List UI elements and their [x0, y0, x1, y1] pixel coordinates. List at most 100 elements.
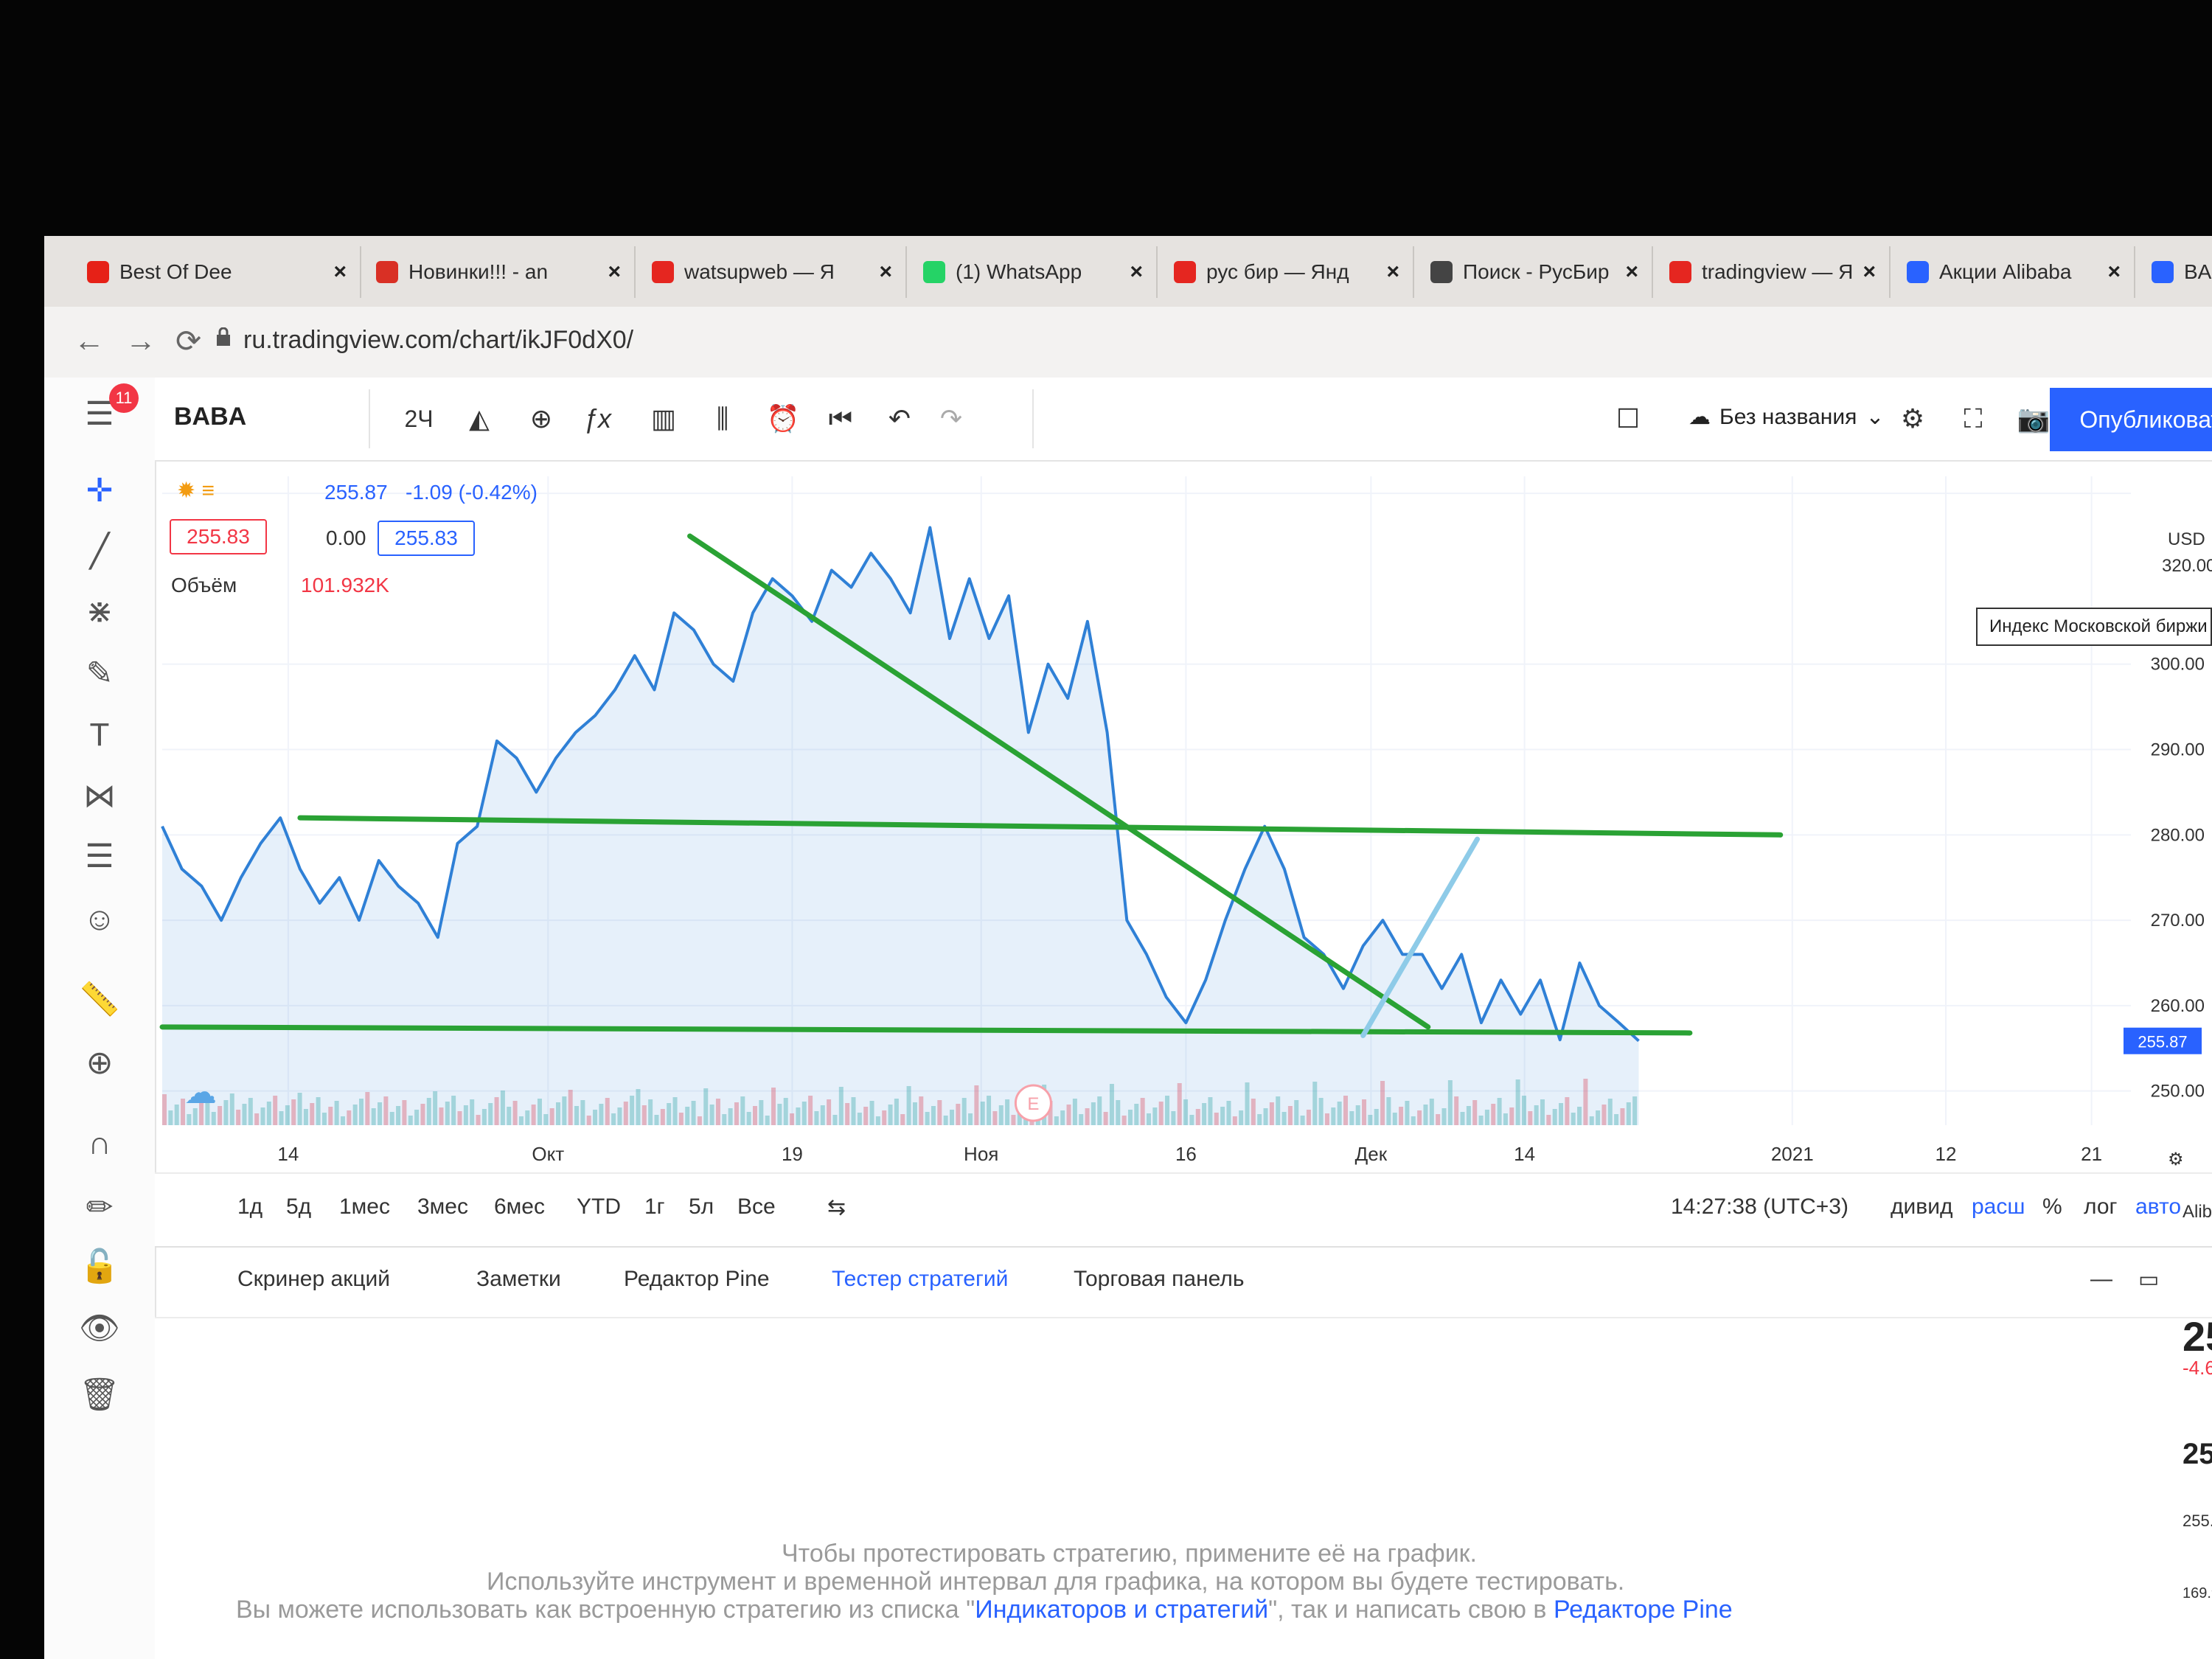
log-scale-toggle[interactable]: лог: [2084, 1194, 2117, 1220]
bottom-tab[interactable]: Скринер акций: [237, 1267, 390, 1292]
text-tool-icon[interactable]: T: [74, 709, 125, 761]
maximize-panel-icon[interactable]: ▭: [2138, 1267, 2159, 1293]
close-tab-icon[interactable]: ×: [2107, 260, 2121, 285]
browser-tab[interactable]: Поиск - РусБир ×: [1417, 246, 1653, 298]
auto-scale-toggle[interactable]: авто: [2135, 1194, 2181, 1220]
browser-tab[interactable]: BABA: [2138, 246, 2212, 298]
close-tab-icon[interactable]: ×: [1625, 260, 1638, 285]
percent-scale-toggle[interactable]: %: [2042, 1194, 2062, 1220]
browser-tab[interactable]: watsupweb — Я ×: [639, 246, 907, 298]
range-button[interactable]: 1мес: [339, 1194, 390, 1220]
redo-icon[interactable]: ↷: [929, 397, 973, 441]
forecast-icon[interactable]: ☰: [74, 830, 125, 882]
unlock-icon[interactable]: 🔓: [74, 1240, 125, 1292]
range-button[interactable]: Все: [737, 1194, 776, 1220]
chart-settings-icon[interactable]: ⚙: [2168, 1149, 2184, 1170]
y-tick-label: 260.00: [2151, 996, 2205, 1016]
close-tab-icon[interactable]: ×: [1130, 260, 1143, 285]
yandex-icon: [652, 261, 674, 283]
x-tick-label: Окт: [532, 1143, 564, 1165]
brush-icon[interactable]: ✎: [74, 647, 125, 699]
financials-icon[interactable]: ⫼: [700, 397, 745, 441]
tester-message-line1: Чтобы протестировать стратегию, применит…: [782, 1540, 1478, 1568]
browser-tab[interactable]: Новинки!!! - an ×: [363, 246, 636, 298]
goto-date-icon[interactable]: ⇆: [827, 1194, 846, 1220]
indicators-icon[interactable]: ƒx: [575, 397, 619, 441]
publish-button[interactable]: Опубликовать: [2050, 388, 2212, 451]
browser-tab[interactable]: рус бир — Янд ×: [1161, 246, 1414, 298]
x-tick-label: Дек: [1355, 1143, 1388, 1165]
status-indicator-icon: ✹ ≡: [177, 479, 215, 503]
chart-type-icon[interactable]: ◭: [457, 397, 501, 441]
current-price-label: 255.87: [2138, 1033, 2187, 1051]
symbol-search[interactable]: BABA: [174, 403, 246, 431]
browser-tab[interactable]: (1) WhatsApp ×: [910, 246, 1158, 298]
screenshot-icon[interactable]: 📷: [2011, 397, 2056, 441]
trendline-icon[interactable]: ╱: [74, 525, 125, 577]
dividends-toggle[interactable]: дивид: [1891, 1194, 1952, 1220]
minimize-panel-icon[interactable]: —: [2090, 1267, 2112, 1292]
indicators-link[interactable]: Индикаторов и стратегий: [975, 1596, 1268, 1624]
bottom-tab[interactable]: Тестер стратегий: [832, 1267, 1008, 1292]
trash-icon[interactable]: 🗑: [74, 1368, 125, 1420]
browser-tab[interactable]: tradingview — Я ×: [1656, 246, 1891, 298]
close-tab-icon[interactable]: ×: [879, 260, 892, 285]
tradingview-cloud-icon: ☁: [184, 1074, 217, 1111]
range-button[interactable]: 3мес: [417, 1194, 468, 1220]
ask-price[interactable]: 255.83: [378, 521, 475, 556]
browser-tab[interactable]: Акции Alibaba ×: [1893, 246, 2135, 298]
fullscreen-icon[interactable]: ⛶: [1951, 397, 1995, 441]
chart-area[interactable]: E ☁ 250.00 260.00 270.00 280.00 290.00 300.00 25…: [155, 462, 2212, 1245]
ruler-icon[interactable]: 📏: [74, 973, 125, 1025]
bottom-tab[interactable]: Заметки: [476, 1267, 561, 1292]
close-tab-icon[interactable]: ×: [1863, 260, 1876, 285]
close-tab-icon[interactable]: ×: [333, 260, 347, 285]
range-button[interactable]: 5л: [689, 1194, 714, 1220]
forward-icon[interactable]: →: [125, 323, 156, 358]
close-tab-icon[interactable]: ×: [1386, 260, 1399, 285]
browser-tab-title: watsupweb — Я: [684, 260, 835, 283]
bottom-tab[interactable]: Торговая панель: [1074, 1267, 1245, 1292]
browser-tab[interactable]: Best Of Dee ×: [74, 246, 361, 298]
bottom-tab[interactable]: Редактор Pine: [624, 1267, 770, 1292]
y-tick-label: 300.00: [2151, 655, 2205, 675]
pattern-icon[interactable]: ⋈: [74, 770, 125, 821]
layout-select-icon[interactable]: ☐: [1606, 397, 1650, 441]
lock-drawings-icon[interactable]: ✏: [74, 1181, 125, 1233]
interval-button[interactable]: 2Ч: [397, 397, 441, 441]
x-tick-label: 14: [277, 1143, 299, 1165]
eye-icon[interactable]: 👁: [74, 1302, 125, 1354]
undo-icon[interactable]: ↶: [877, 397, 922, 441]
smiley-icon[interactable]: ☺: [74, 894, 125, 945]
close-tab-icon[interactable]: ×: [608, 260, 621, 285]
fib-icon[interactable]: ⋇: [74, 585, 125, 637]
range-button[interactable]: 5д: [286, 1194, 311, 1220]
templates-icon[interactable]: ▥: [641, 397, 686, 441]
crosshair-icon[interactable]: ✛: [74, 465, 125, 516]
whatsapp-icon: [923, 261, 945, 283]
pine-editor-link[interactable]: Редакторе Pine: [1554, 1596, 1733, 1624]
url-text[interactable]: ru.tradingview.com/chart/ikJF0dX0/: [243, 326, 633, 355]
tester-text: Вы можете использовать как встроенную ст…: [236, 1596, 975, 1624]
cloud-icon: [1907, 261, 1929, 283]
zoom-icon[interactable]: ⊕: [74, 1037, 125, 1088]
price-chart[interactable]: E ☁ 250.00 260.00 270.00 280.00 290.00 300.00 25…: [155, 462, 2212, 1245]
range-button[interactable]: YTD: [577, 1194, 621, 1220]
currency-label: USD: [2168, 529, 2205, 549]
reload-icon[interactable]: ⟳: [175, 323, 201, 359]
layout-name-button[interactable]: ☁ Без названия ⌄: [1688, 404, 1884, 430]
y-tick-label: 280.00: [2151, 825, 2205, 845]
range-button[interactable]: 1д: [237, 1194, 262, 1220]
settings-gear-icon[interactable]: ⚙: [1891, 397, 1935, 441]
lock-icon: [217, 327, 230, 346]
magnet-icon[interactable]: ∩: [74, 1118, 125, 1169]
alert-icon[interactable]: ⏰: [761, 397, 805, 441]
range-button[interactable]: 1г: [644, 1194, 665, 1220]
back-icon[interactable]: ←: [74, 323, 105, 358]
compare-icon[interactable]: ⊕: [519, 397, 563, 441]
browser-tab-title: Поиск - РусБир: [1463, 260, 1610, 283]
extended-hours-toggle[interactable]: расш: [1972, 1194, 2025, 1220]
range-button[interactable]: 6мес: [494, 1194, 545, 1220]
bid-price[interactable]: 255.83: [170, 519, 267, 554]
replay-icon[interactable]: ⏮: [818, 397, 863, 441]
